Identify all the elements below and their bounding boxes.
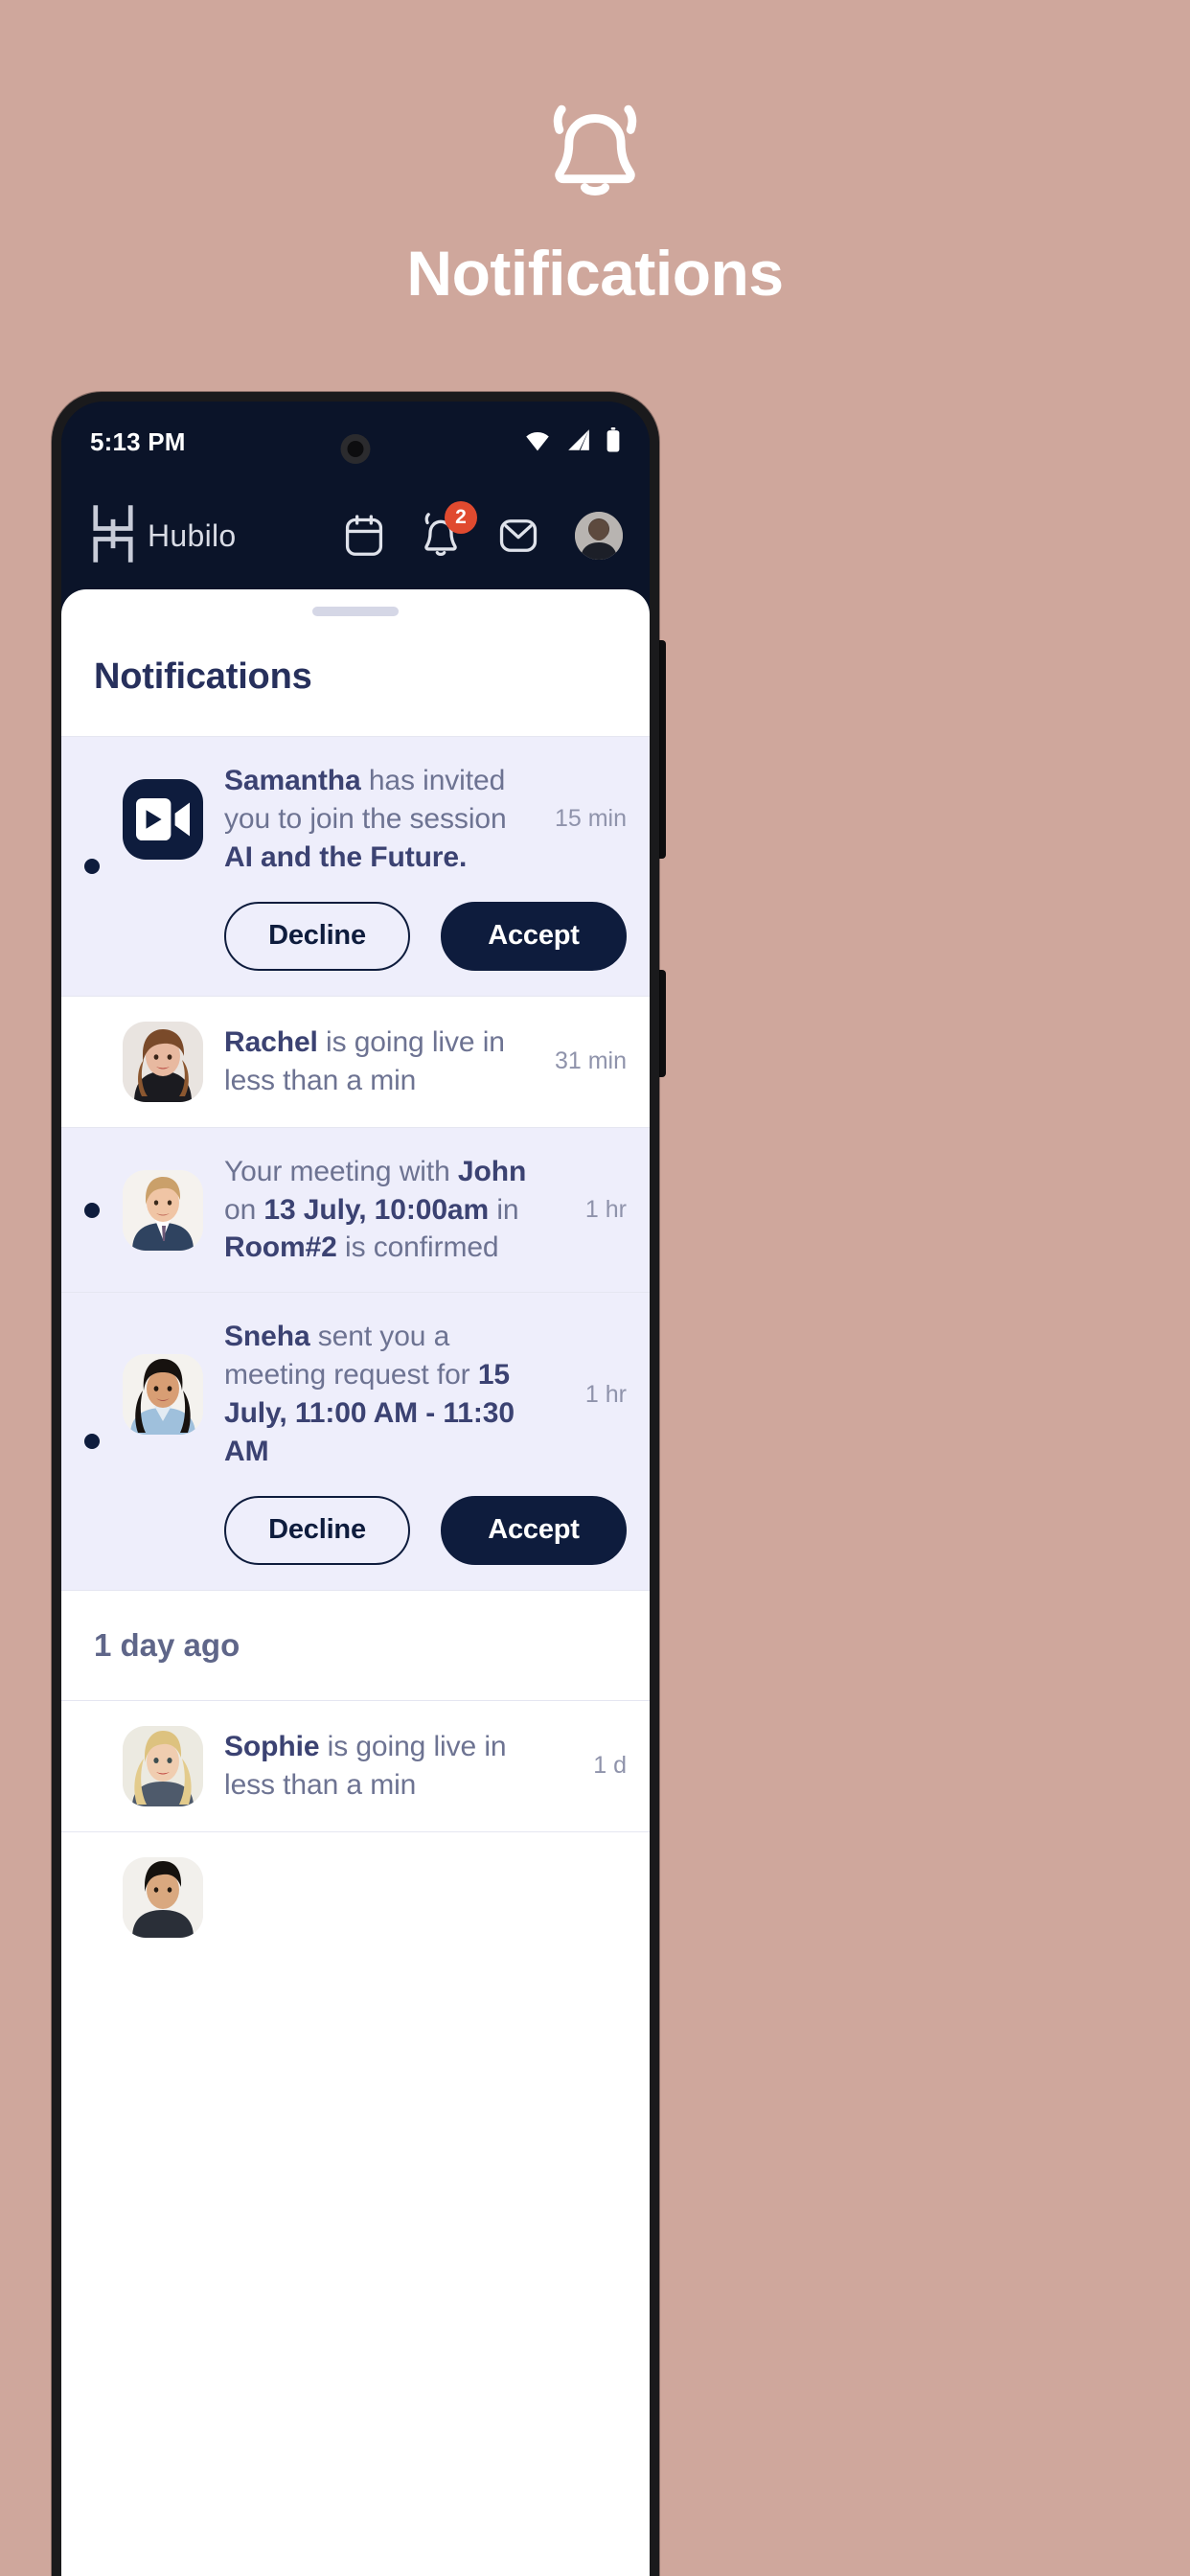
notification-text: Your meeting with John on 13 July, 10:00…	[224, 1153, 551, 1268]
status-time: 5:13 PM	[90, 426, 186, 456]
phone-frame: 5:13 PM Hubilo 2 Notifications Samantha …	[52, 392, 659, 2576]
notification-sender: Samantha	[224, 765, 361, 796]
notification-datetime: 13 July, 10:00am	[263, 1193, 490, 1226]
decline-button[interactable]: Decline	[224, 901, 410, 971]
notification-subject: AI and the Future.	[224, 840, 468, 873]
accept-button[interactable]: Accept	[441, 901, 627, 971]
list-item[interactable]: Rachel is going live in less than a min …	[61, 995, 650, 1127]
list-item[interactable]	[61, 1830, 650, 1963]
avatar[interactable]	[575, 512, 623, 560]
notification-body-1: Your meeting with	[224, 1155, 458, 1187]
list-item[interactable]: Samantha has invited you to join the ses…	[61, 736, 650, 996]
notification-text: Sophie is going live in less than a min	[224, 1728, 559, 1805]
notification-badge: 2	[445, 501, 477, 534]
avatar-sneha-icon	[123, 1354, 203, 1436]
envelope-icon[interactable]	[496, 514, 540, 558]
notification-sender: Sophie	[224, 1731, 320, 1763]
notification-text: Samantha has invited you to join the ses…	[224, 762, 520, 877]
bell-icon	[538, 96, 652, 209]
unread-dot	[84, 858, 100, 874]
battery-icon	[606, 426, 621, 457]
hero-title: Notifications	[406, 238, 784, 309]
decline-button[interactable]: Decline	[224, 1495, 410, 1565]
notification-text: Sneha sent you a meeting request for 15 …	[224, 1318, 551, 1471]
brand[interactable]: Hubilo	[90, 504, 237, 568]
notification-body-3: in	[489, 1193, 519, 1226]
bell-icon-header[interactable]: 2	[420, 501, 477, 559]
notification-actions: Decline Accept	[123, 1495, 627, 1565]
status-bar: 5:13 PM	[61, 402, 650, 482]
notifications-sheet: Notifications Samantha has invited you t…	[61, 589, 650, 2576]
section-header: 1 day ago	[61, 1589, 650, 1700]
list-item[interactable]: Sophie is going live in less than a min …	[61, 1699, 650, 1831]
sheet-drag-handle[interactable]	[312, 607, 399, 616]
avatar-man-icon	[123, 1856, 203, 1938]
notification-time: 1 hr	[584, 1196, 627, 1223]
cellular-signal-icon	[565, 428, 592, 456]
hero-banner: Notifications	[0, 0, 1190, 393]
list-item[interactable]: Sneha sent you a meeting request for 15 …	[61, 1292, 650, 1590]
notification-text: Rachel is going live in less than a min	[224, 1024, 520, 1100]
hubilo-logo-icon	[90, 504, 136, 568]
notification-sender: Rachel	[224, 1025, 318, 1058]
status-icons	[523, 426, 621, 457]
app-header: Hubilo 2	[61, 482, 650, 589]
avatar-rachel-icon	[123, 1021, 203, 1102]
camera-punch-hole	[340, 434, 371, 464]
notification-person: John	[457, 1155, 527, 1187]
notification-room: Room#2	[224, 1231, 337, 1264]
notification-sender: Sneha	[224, 1321, 310, 1353]
avatar-john-icon	[123, 1169, 203, 1251]
unread-dot	[84, 1202, 100, 1218]
brand-name: Hubilo	[148, 518, 237, 553]
accept-button[interactable]: Accept	[441, 1495, 627, 1565]
notification-time: 1 hr	[584, 1380, 627, 1408]
notification-body-4: is confirmed	[336, 1231, 499, 1264]
wifi-icon	[523, 428, 552, 456]
notification-body-2: on	[224, 1193, 264, 1226]
phone-screen: 5:13 PM Hubilo 2 Notifications Samantha …	[61, 402, 650, 2576]
calendar-icon[interactable]	[343, 514, 385, 558]
notifications-list: Samantha has invited you to join the ses…	[61, 736, 650, 1963]
list-item[interactable]: Your meeting with John on 13 July, 10:00…	[61, 1126, 650, 1293]
notification-time: 1 d	[593, 1752, 627, 1780]
notification-time: 31 min	[554, 1047, 627, 1075]
notification-time: 15 min	[554, 805, 627, 833]
notification-actions: Decline Accept	[123, 901, 627, 971]
avatar-sophie-icon	[123, 1725, 203, 1806]
video-camera-icon	[123, 778, 203, 860]
unread-dot	[84, 1434, 100, 1450]
page-title: Notifications	[94, 656, 312, 697]
header-actions: 2	[343, 501, 623, 560]
